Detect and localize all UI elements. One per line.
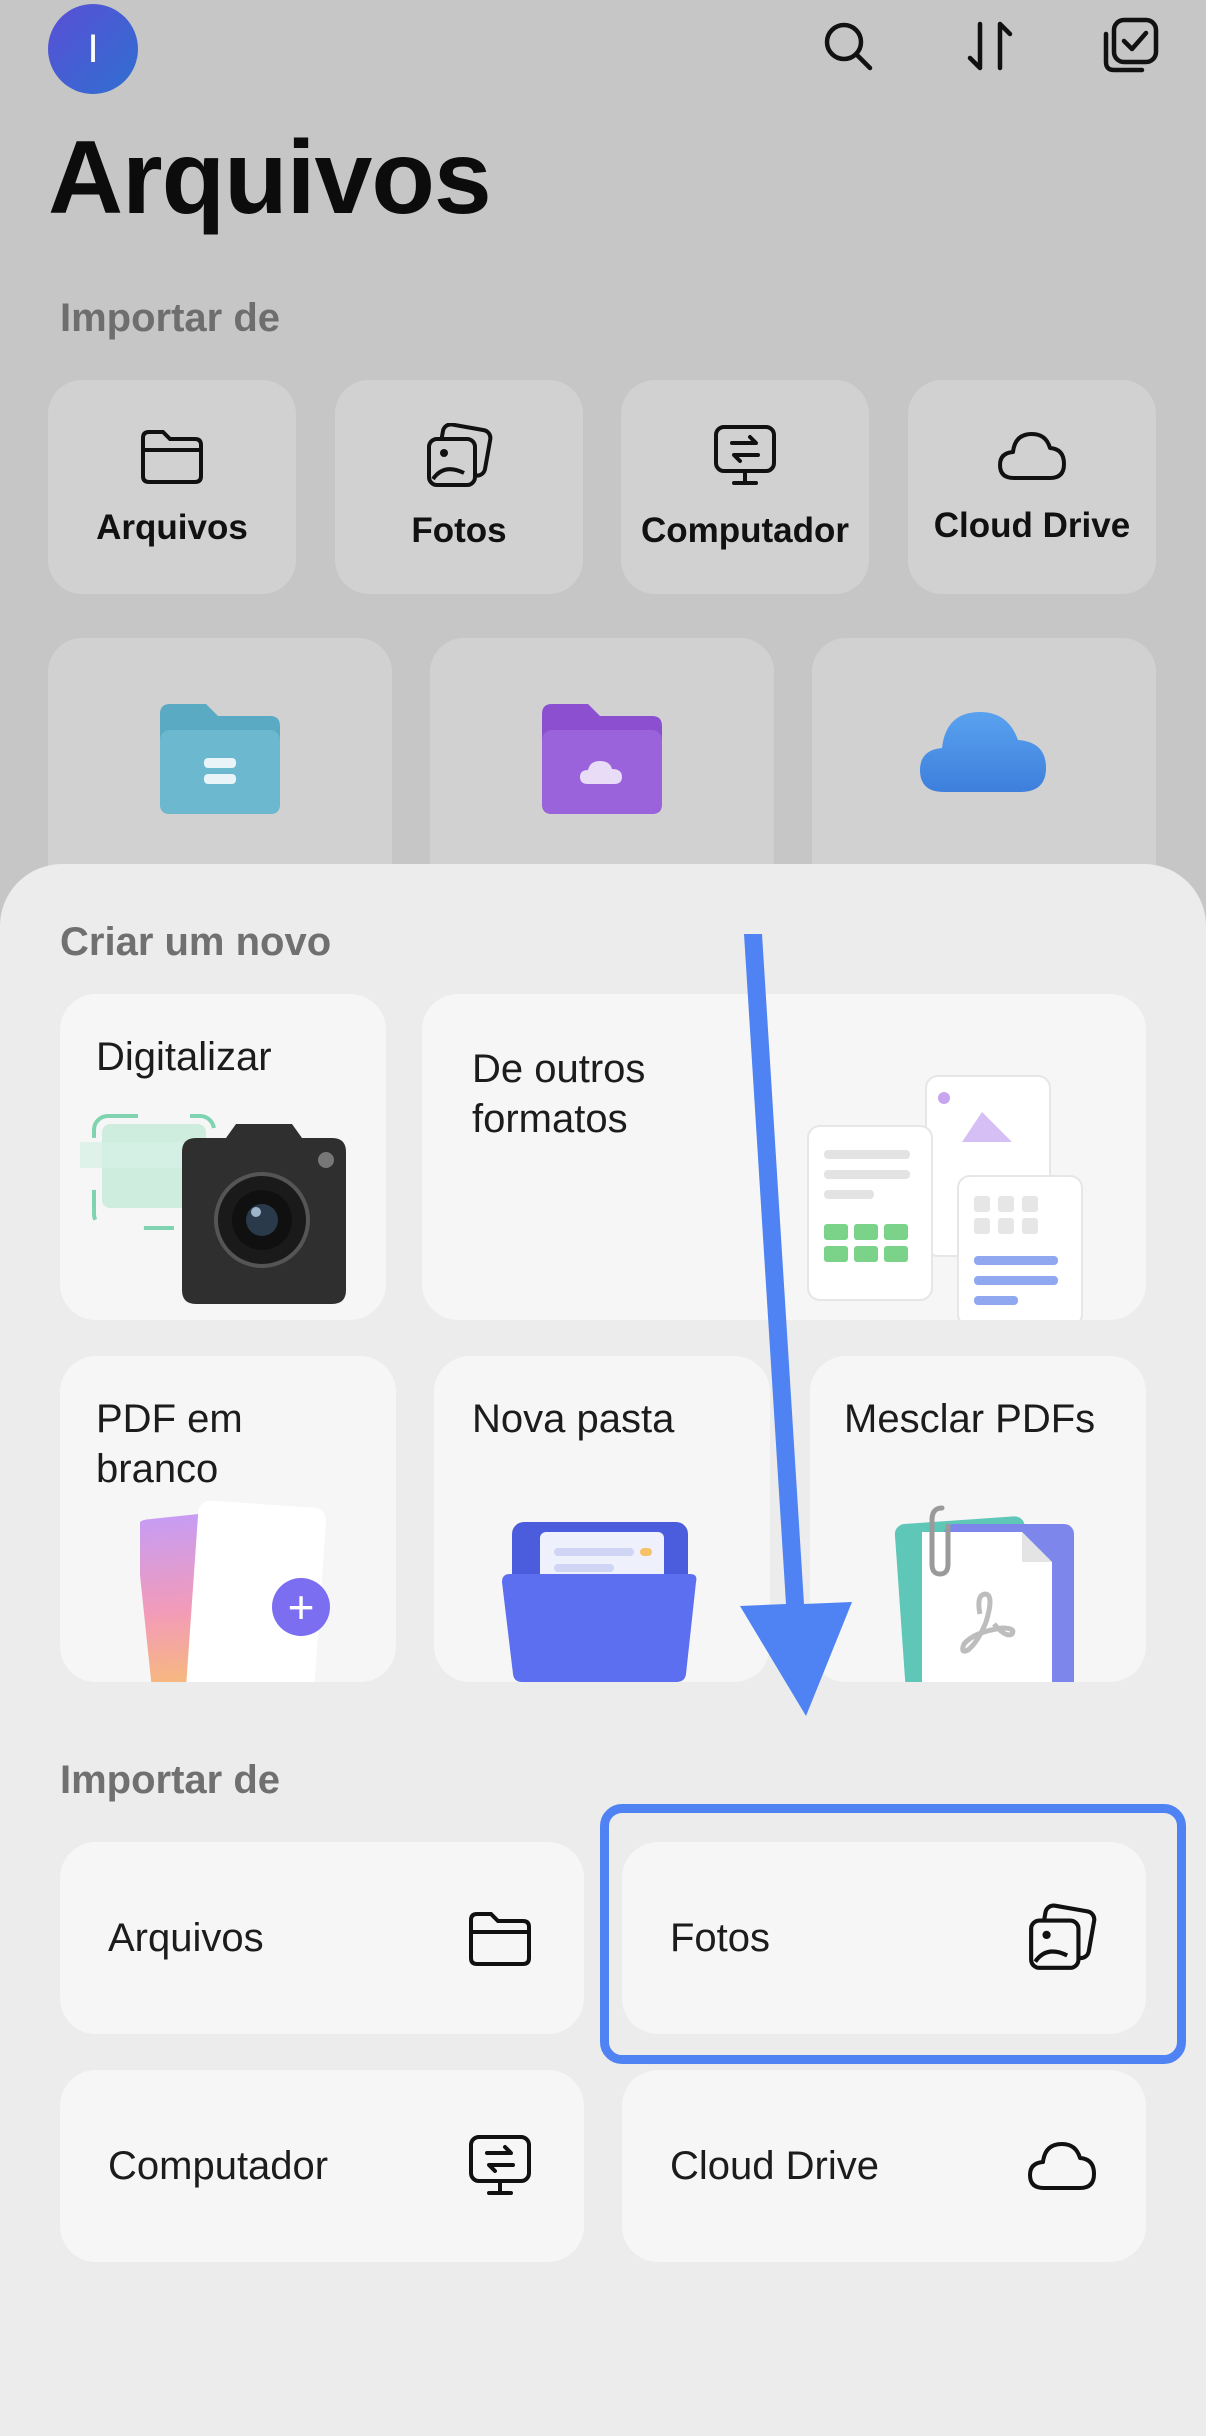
arrow-down-annotation bbox=[740, 934, 852, 1716]
